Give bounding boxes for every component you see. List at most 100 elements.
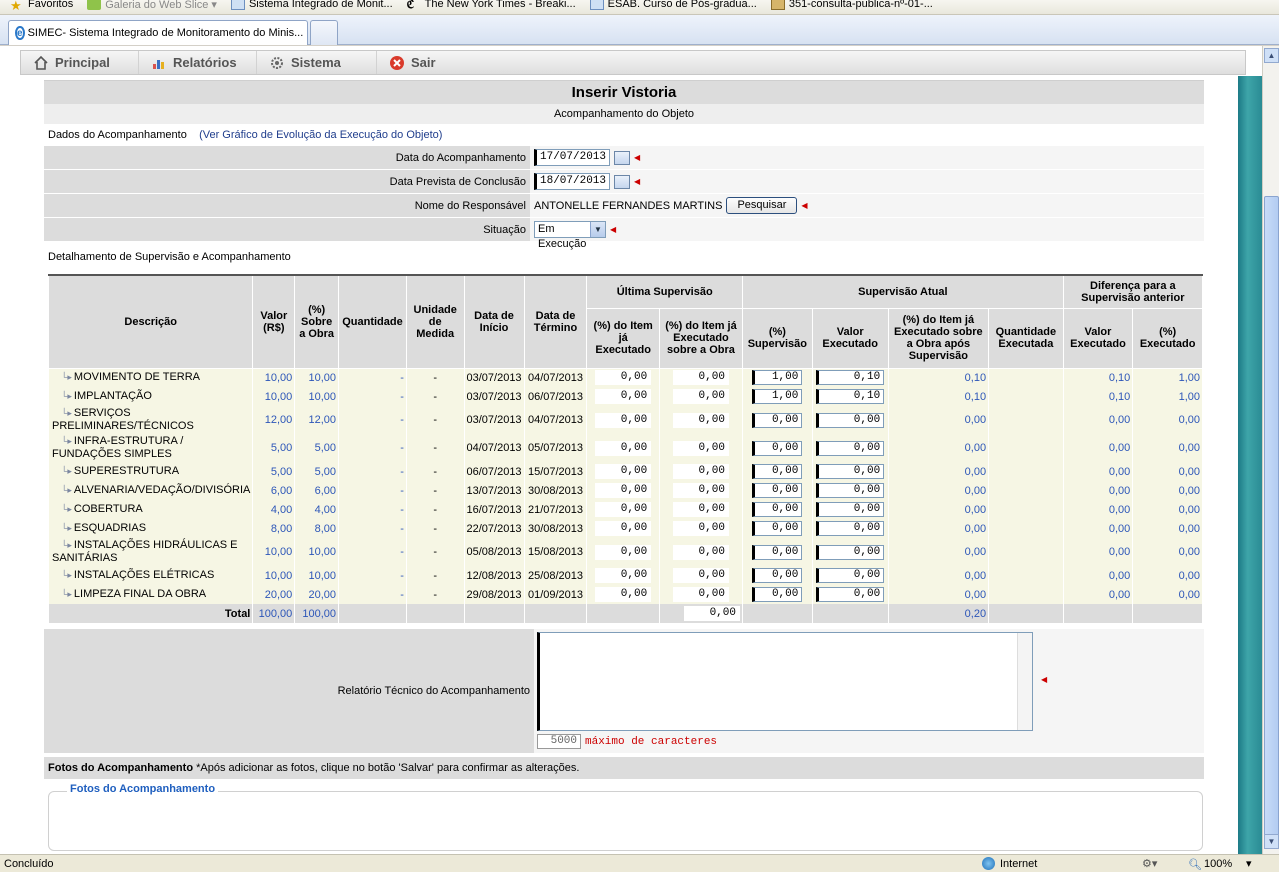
pesquisar-button[interactable]: Pesquisar [726,197,798,214]
valor-executado-input[interactable]: 0,00 [816,568,885,583]
table-row: └▸ INSTALAÇÕES HIDRÁULICAS E SANITÁRIAS 10… [47,538,1203,566]
supervisao-pct-input[interactable]: 0,00 [752,502,803,517]
row-description[interactable]: └▸ MOVIMENTO DE TERRA [47,368,254,387]
zoom-icon[interactable]: 🔍︎ [1188,858,1202,871]
row-dif-valor: 0,10 [1062,368,1134,387]
row-termino: 04/07/2013 [523,368,588,387]
row-qtd-executada [988,538,1064,566]
page-title: Inserir Vistoria [44,80,1204,104]
status-bar: Concluído Internet ⚙▾ 🔍︎ 100% ▾ [0,854,1279,872]
row-description[interactable]: └▸ IMPLANTAÇÃO [47,387,254,406]
row-description[interactable]: └▸ COBERTURA [47,500,254,519]
row-description[interactable]: └▸ ESQUADRIAS [47,519,254,538]
tree-branch-icon: └▸ [61,540,72,550]
valor-executado-input[interactable]: 0,00 [816,440,885,456]
ultima-obra-field: 0,00 [672,568,729,583]
row-responsavel: Nome do Responsável ANTONELLE FERNANDES … [44,194,1204,218]
supervisao-pct-input[interactable]: 0,00 [752,412,803,428]
row-description[interactable]: └▸ SERVIÇOS PRELIMINARES/TÉCNICOS [47,406,254,434]
row-description[interactable]: └▸ ALVENARIA/VEDAÇÃO/DIVISÓRIA [47,481,254,500]
home-icon [33,55,49,71]
calendar-icon[interactable] [614,174,630,189]
valor-executado-input[interactable]: 0,10 [816,389,885,404]
menu-item-sistema[interactable]: Sistema [257,51,377,74]
ie-icon: e [15,26,25,40]
tab-simec[interactable]: e SIMEC- Sistema Integrado de Monitorame… [8,20,308,45]
star-icon: ★ [10,0,22,13]
menu-item-sair[interactable]: Sair [377,51,448,74]
menu-item-principal[interactable]: Principal [21,51,139,74]
textarea-scrollbar[interactable] [1017,633,1032,730]
security-icon[interactable]: ⚙▾ [1142,857,1157,870]
valor-executado-input[interactable]: 0,00 [816,521,885,536]
ultima-obra-field: 0,00 [672,483,729,498]
zoom-level[interactable]: 100% [1204,858,1232,870]
row-dif-valor: 0,00 [1062,462,1134,481]
data-prevista-input[interactable]: 18/07/2013 [534,173,610,190]
chart-icon [151,55,167,71]
row-dif-valor: 0,00 [1062,519,1134,538]
status-text: Concluído [4,857,54,870]
table-row: └▸ COBERTURA 4,00 4,00- -16/07/2013 21/07/201… [47,500,1203,519]
row-description[interactable]: └▸ INFRA-ESTRUTURA / FUNDAÇÕES SIMPLES [47,434,254,462]
favorite-nyt[interactable]: ℭ The New York Times - Breaki... [407,0,576,11]
valor-executado-input[interactable]: 0,00 [816,502,885,517]
required-marker-icon: ◀ [610,225,617,234]
row-data-acompanhamento: Data do Acompanhamento 17/07/2013 ◀ [44,146,1204,170]
row-description[interactable]: └▸ INSTALAÇÕES ELÉTRICAS [47,566,254,585]
scroll-down-arrow-icon[interactable]: ▼ [1264,834,1279,849]
supervisao-pct-input[interactable]: 0,00 [752,464,803,479]
vertical-scrollbar[interactable]: ▲ ▼ [1262,46,1279,854]
tree-branch-icon: └▸ [61,504,72,514]
row-description[interactable]: └▸ LIMPEZA FINAL DA OBRA [47,585,254,604]
row-dif-valor: 0,00 [1062,566,1134,585]
valor-executado-input[interactable]: 0,00 [816,587,885,602]
situacao-select[interactable]: Em Execução ▼ [534,221,606,250]
supervisao-pct-input[interactable]: 0,00 [752,483,803,498]
valor-executado-input[interactable]: 0,00 [816,464,885,479]
chevron-down-icon[interactable]: ▼ [590,222,605,237]
total-pct: 100,00 [294,604,340,623]
supervisao-pct-input[interactable]: 1,00 [752,370,803,386]
row-termino: 21/07/2013 [523,500,588,519]
ultima-obra-field: 0,00 [672,521,729,536]
new-tab-button[interactable] [310,20,338,45]
row-qtd-executada [988,434,1064,462]
valor-executado-input[interactable]: 0,00 [816,483,885,498]
zoom-dropdown-icon[interactable]: ▾ [1246,857,1252,870]
total-obra-apos: 0,20 [887,604,990,623]
row-description[interactable]: └▸ SUPERESTRUTURA [47,462,254,481]
calendar-icon[interactable] [614,150,630,165]
relatorio-textarea[interactable] [537,632,1033,731]
favorite-webslice[interactable]: Galeria do Web Slice ▾ [87,0,217,11]
favorites-button[interactable]: ★ Favoritos [10,0,73,13]
ultima-item-field: 0,00 [595,521,652,536]
supervisao-pct-input[interactable]: 0,00 [752,521,803,536]
valor-executado-input[interactable]: 0,10 [816,370,885,386]
grafico-evolucao-link[interactable]: (Ver Gráfico de Evolução da Execução do … [199,129,442,141]
supervisao-pct-input[interactable]: 0,00 [752,587,803,602]
supervisao-pct-input[interactable]: 0,00 [752,568,803,583]
favorite-consulta[interactable]: 351-consulta-publica-nº-01-... [770,0,933,10]
valor-executado-input[interactable]: 0,00 [816,412,885,428]
favorite-esab[interactable]: ESAB. Curso de Pós-gradua... [589,0,757,10]
ultima-obra-field: 0,00 [672,464,729,479]
menu-item-relatorios[interactable]: Relatórios [139,51,257,74]
total-ultima-obra: 0,00 [683,606,740,621]
supervisao-pct-input[interactable]: 0,00 [752,544,803,560]
row-valor: 20,00 [252,585,296,604]
row-inicio: 12/08/2013 [463,566,525,585]
data-acompanhamento-input[interactable]: 17/07/2013 [534,149,610,166]
valor-executado-input[interactable]: 0,00 [816,544,885,560]
favorite-simec[interactable]: Sistema Integrado de Monit... [230,0,393,10]
row-dif-pct: 0,00 [1132,538,1203,566]
supervisao-pct-input[interactable]: 1,00 [752,389,803,404]
webslice-icon [87,0,102,10]
row-description[interactable]: └▸ INSTALAÇÕES HIDRÁULICAS E SANITÁRIAS [47,538,254,566]
row-dif-pct: 0,00 [1132,566,1203,585]
scrollbar-thumb[interactable] [1264,196,1279,836]
section-detalhamento: Detalhamento de Supervisão e Acompanhame… [48,251,291,263]
row-pct-obra: 8,00 [294,519,340,538]
supervisao-pct-input[interactable]: 0,00 [752,440,803,456]
scroll-up-arrow-icon[interactable]: ▲ [1264,48,1279,63]
